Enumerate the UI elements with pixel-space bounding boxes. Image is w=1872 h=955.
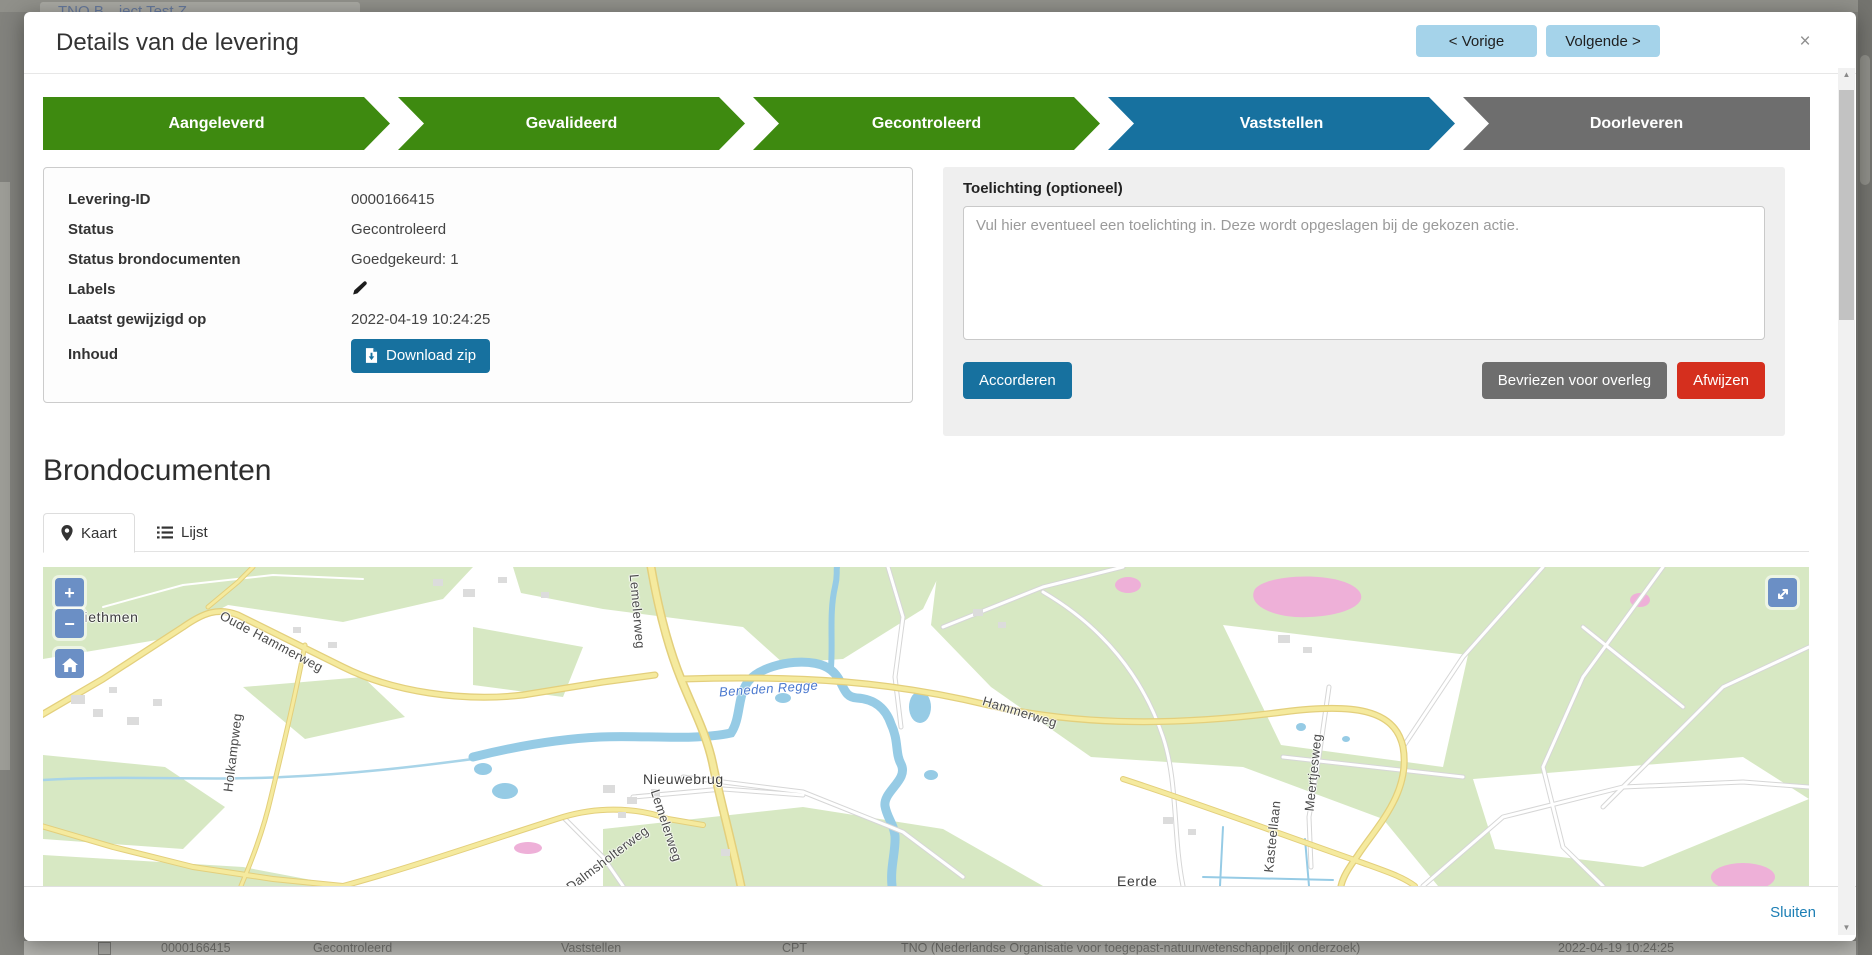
step-doorleveren: Doorleveren: [1463, 97, 1810, 150]
detail-label: Laatst gewijzigd op: [68, 311, 351, 328]
detail-value: Goedgekeurd: 1: [351, 251, 459, 268]
sluiten-link[interactable]: Sluiten: [1770, 904, 1816, 921]
detail-value: 2022-04-19 10:24:25: [351, 311, 490, 328]
toelichting-label: Toelichting (optioneel): [963, 180, 1765, 197]
map-label-nieuwebrug: Nieuwebrug: [643, 771, 724, 787]
delivery-details-panel: Levering-ID 0000166415 Status Gecontrole…: [43, 167, 913, 403]
toelichting-actions: Accorderen Bevriezen voor overleg Afwijz…: [963, 362, 1765, 399]
toelichting-textarea[interactable]: [963, 206, 1765, 340]
brondocumenten-tabs: Kaart Lijst: [43, 513, 1809, 552]
step-vaststellen: Vaststellen: [1108, 97, 1455, 150]
dimmed-cell-date: 2022-04-19 10:24:25: [1558, 941, 1674, 955]
map-tiles: [43, 567, 1809, 886]
screen: { "backdrop": { "top_text_fragment": "TN…: [0, 0, 1872, 955]
detail-row-labels: Labels: [68, 274, 888, 304]
detail-label: Inhoud: [68, 346, 351, 363]
dimmed-cell-step: Vaststellen: [561, 941, 621, 955]
download-zip-label: Download zip: [386, 347, 476, 364]
dimmed-cell-status: Gecontroleerd: [313, 941, 392, 955]
close-icon[interactable]: ×: [1792, 28, 1818, 54]
detail-label: Status brondocumenten: [68, 251, 351, 268]
browser-scrollbar-thumb: [1860, 55, 1870, 185]
dimmed-page-left-edge: [0, 182, 10, 770]
dimmed-row-checkbox: [98, 942, 111, 955]
detail-label: Levering-ID: [68, 191, 351, 208]
map-fullscreen-button[interactable]: [1768, 578, 1797, 607]
dimmed-header-box: TNO B…ject Test Z…: [40, 2, 360, 12]
map-home-button[interactable]: [55, 649, 84, 678]
edit-labels-button[interactable]: [351, 280, 368, 298]
dimmed-table-row: 0000166415 Gecontroleerd Vaststellen CPT…: [24, 941, 1856, 955]
map-zoom-in-button[interactable]: +: [55, 578, 84, 607]
browser-scrollbar: [1858, 0, 1872, 955]
tab-kaart-label: Kaart: [81, 525, 117, 542]
dimmed-page-header: TNO B…ject Test Z…: [0, 0, 1872, 12]
modal-footer: Sluiten: [24, 886, 1856, 941]
detail-value: Gecontroleerd: [351, 221, 446, 238]
list-icon: [157, 526, 173, 539]
bevriezen-button[interactable]: Bevriezen voor overleg: [1482, 362, 1667, 399]
detail-label: Status: [68, 221, 351, 238]
map-canvas[interactable]: Giethmen Oude Hammerweg Holkampweg Lemel…: [43, 567, 1809, 886]
brondocumenten-heading: Brondocumenten: [43, 454, 272, 488]
tab-kaart[interactable]: Kaart: [43, 513, 135, 553]
map-zoom-out-button[interactable]: −: [55, 609, 84, 638]
dimmed-cell-type: CPT: [782, 941, 807, 955]
accorderen-button[interactable]: Accorderen: [963, 362, 1072, 399]
delivery-details-modal: Details van de levering < Vorige Volgend…: [24, 12, 1856, 941]
next-button[interactable]: Volgende >: [1546, 25, 1660, 57]
modal-scrollbar[interactable]: ▲ ▼: [1838, 68, 1855, 935]
map-pin-icon: [61, 525, 73, 541]
dimmed-header-text: TNO B…ject Test Z…: [58, 3, 202, 12]
modal-scrollbar-thumb[interactable]: [1839, 90, 1854, 320]
toelichting-panel: Toelichting (optioneel) Accorderen Bevri…: [943, 167, 1785, 436]
detail-row-status: Status Gecontroleerd: [68, 214, 888, 244]
tab-lijst-label: Lijst: [181, 524, 208, 541]
step-aangeleverd: Aangeleverd: [43, 97, 390, 150]
download-file-icon: [365, 348, 378, 363]
workflow-steps: Aangeleverd Gevalideerd Gecontroleerd Va…: [43, 97, 1810, 150]
modal-header: Details van de levering < Vorige Volgend…: [24, 12, 1856, 74]
expand-icon: [1776, 587, 1790, 601]
download-zip-button[interactable]: Download zip: [351, 339, 490, 373]
home-icon: [62, 658, 78, 672]
dimmed-cell-organisation: TNO (Nederlandse Organisatie voor toegep…: [901, 941, 1360, 955]
previous-button[interactable]: < Vorige: [1416, 25, 1537, 57]
detail-row-inhoud: Inhoud Download zip: [68, 334, 888, 374]
modal-title: Details van de levering: [56, 29, 299, 57]
detail-label: Labels: [68, 281, 351, 298]
afwijzen-button[interactable]: Afwijzen: [1677, 362, 1765, 399]
map-label-eerde: Eerde: [1117, 873, 1157, 886]
pencil-icon: [351, 285, 368, 300]
scrollbar-up-icon[interactable]: ▲: [1838, 68, 1855, 82]
detail-row-levering-id: Levering-ID 0000166415: [68, 184, 888, 214]
step-gecontroleerd: Gecontroleerd: [753, 97, 1100, 150]
detail-row-laatst-gewijzigd: Laatst gewijzigd op 2022-04-19 10:24:25: [68, 304, 888, 334]
detail-row-status-brondocumenten: Status brondocumenten Goedgekeurd: 1: [68, 244, 888, 274]
dimmed-cell-id: 0000166415: [161, 941, 231, 955]
tab-lijst[interactable]: Lijst: [140, 513, 225, 552]
step-gevalideerd: Gevalideerd: [398, 97, 745, 150]
scrollbar-down-icon[interactable]: ▼: [1838, 921, 1855, 935]
detail-value: 0000166415: [351, 191, 434, 208]
